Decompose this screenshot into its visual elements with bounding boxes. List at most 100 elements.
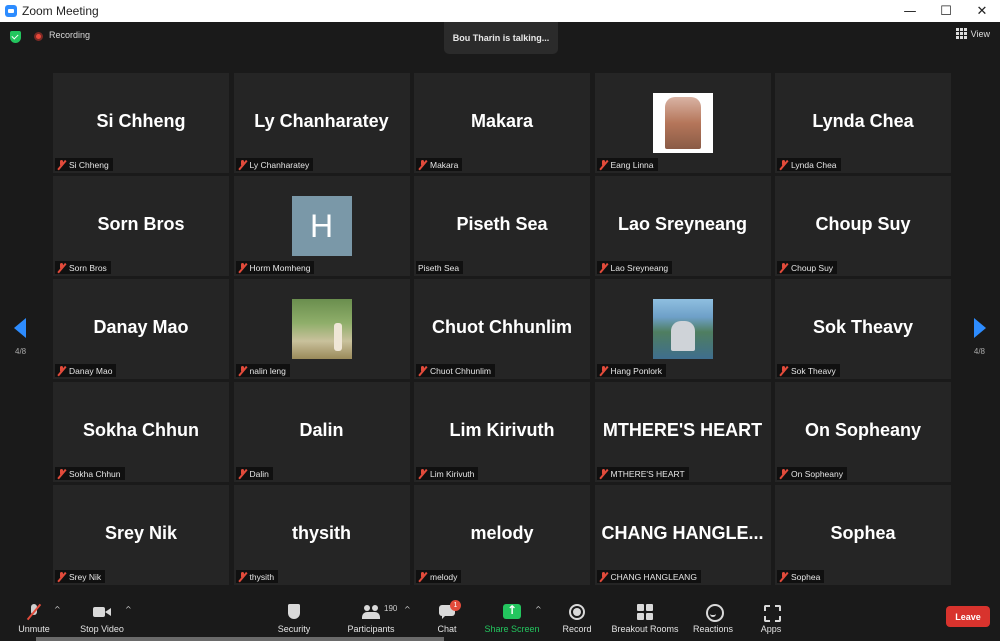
mic-muted-icon	[57, 159, 66, 170]
participant-tile[interactable]: Danay Mao Danay Mao	[53, 279, 229, 379]
profile-photo	[291, 299, 352, 359]
participant-tile[interactable]: H Horm Momheng	[233, 176, 410, 276]
window-title: Zoom Meeting	[22, 4, 99, 18]
mic-muted-icon	[599, 159, 608, 170]
participant-label: Sokha Chhun	[69, 468, 121, 479]
participant-label: CHANG HANGLEANG	[610, 571, 697, 582]
record-button[interactable]: Record	[560, 595, 594, 637]
mic-muted-icon	[779, 571, 788, 582]
participant-tile[interactable]: On Sopheany On Sopheany	[775, 382, 951, 482]
view-button[interactable]: View	[955, 28, 990, 39]
chat-unread-badge: 1	[450, 600, 461, 611]
participant-nameplate: Choup Suy	[777, 261, 838, 274]
participant-tile[interactable]: Piseth Sea Piseth Sea	[414, 176, 590, 276]
zoom-logo-icon	[5, 5, 17, 17]
participant-tile[interactable]: CHANG HANGLE... CHANG HANGLEANG	[594, 485, 771, 585]
participant-nameplate: Sophea	[777, 570, 825, 583]
apps-button[interactable]: Apps	[756, 595, 786, 637]
participant-label: Lao Sreyneang	[610, 262, 669, 273]
encryption-shield-icon[interactable]	[10, 31, 21, 43]
participant-tile[interactable]: Dalin Dalin	[233, 382, 410, 482]
participant-tile[interactable]: nalin leng	[233, 279, 410, 379]
participants-icon: 190	[362, 604, 397, 620]
participant-display-name: Chuot Chhunlim	[432, 317, 572, 337]
participant-tile[interactable]: Lim Kirivuth Lim Kirivuth	[414, 382, 590, 482]
participant-label: Sorn Bros	[69, 262, 107, 273]
stop-video-label: Stop Video	[80, 624, 124, 634]
participant-label: Lim Kirivuth	[430, 468, 475, 479]
participant-tile[interactable]: melody melody	[414, 485, 590, 585]
video-options-caret-icon[interactable]: ^	[125, 605, 132, 614]
audio-options-caret-icon[interactable]: ^	[54, 605, 61, 614]
previous-page-arrow-icon[interactable]	[14, 318, 26, 338]
participant-nameplate: Piseth Sea	[416, 261, 464, 274]
security-button[interactable]: Security	[272, 595, 316, 637]
horizontal-scrollbar[interactable]	[36, 637, 444, 641]
page-indicator-left: 4/8	[15, 347, 27, 356]
participant-nameplate: Ly Chanharatey	[235, 158, 314, 171]
stop-video-button[interactable]: Stop Video	[77, 595, 127, 637]
participant-tile[interactable]: thysith thysith	[233, 485, 410, 585]
participant-nameplate: Makara	[416, 158, 463, 171]
participant-tile[interactable]: Sokha Chhun Sokha Chhun	[53, 382, 229, 482]
participant-nameplate: MTHERE'S HEART	[596, 467, 689, 480]
participants-count: 190	[384, 604, 398, 613]
view-label: View	[970, 28, 990, 39]
participant-tile[interactable]: Ly Chanharatey Ly Chanharatey	[233, 73, 410, 173]
participant-label: On Sopheany	[791, 468, 843, 479]
participant-label: Choup Suy	[791, 262, 834, 273]
window-controls: — ☐ ✕	[892, 0, 1000, 22]
chat-button[interactable]: 1 Chat	[432, 595, 462, 637]
participant-display-name: Choup Suy	[815, 214, 911, 234]
breakout-rooms-button[interactable]: Breakout Rooms	[610, 595, 680, 637]
unmute-button[interactable]: Unmute	[14, 595, 54, 637]
participant-display-name: Sok Theavy	[812, 317, 914, 337]
participant-display-name: Piseth Sea	[456, 214, 548, 234]
mic-muted-icon	[779, 262, 788, 273]
participant-tile[interactable]: Sophea Sophea	[775, 485, 951, 585]
participant-tile[interactable]: Sok Theavy Sok Theavy	[775, 279, 951, 379]
participant-nameplate: Srey Nik	[55, 570, 106, 583]
participant-tile[interactable]: Chuot Chhunlim Chuot Chhunlim	[414, 279, 590, 379]
reactions-button[interactable]: Reactions	[692, 595, 734, 637]
participant-display-name: Lim Kirivuth	[449, 420, 555, 440]
participant-tile[interactable]: Makara Makara	[414, 73, 590, 173]
share-screen-icon	[503, 603, 521, 620]
participant-label: Srey Nik	[69, 571, 102, 582]
participant-tile[interactable]: Si Chheng Si Chheng	[53, 73, 229, 173]
record-icon	[568, 604, 586, 620]
participant-display-name: Srey Nik	[104, 523, 178, 543]
mic-muted-icon	[779, 468, 788, 479]
participant-tile[interactable]: Sorn Bros Sorn Bros	[53, 176, 229, 276]
next-page-arrow-icon[interactable]	[974, 318, 986, 338]
participant-tile[interactable]: MTHERE'S HEART MTHERE'S HEART	[594, 382, 771, 482]
share-options-caret-icon[interactable]: ^	[535, 605, 542, 614]
participant-label: Chuot Chhunlim	[430, 365, 491, 376]
maximize-button[interactable]: ☐	[928, 0, 964, 22]
participant-nameplate: CHANG HANGLEANG	[596, 570, 701, 583]
share-screen-button[interactable]: Share Screen	[484, 595, 540, 637]
participant-display-name: CHANG HANGLE...	[601, 523, 764, 543]
participant-tile[interactable]: Choup Suy Choup Suy	[775, 176, 951, 276]
participant-display-name: thysith	[291, 523, 351, 543]
participant-tile[interactable]: Lynda Chea Lynda Chea	[775, 73, 951, 173]
close-button[interactable]: ✕	[964, 0, 1000, 22]
participant-label: Ly Chanharatey	[249, 159, 310, 170]
participant-nameplate: thysith	[235, 570, 279, 583]
participant-label: MTHERE'S HEART	[610, 468, 685, 479]
participants-options-caret-icon[interactable]: ^	[404, 605, 411, 614]
participant-tile[interactable]: Lao Sreyneang Lao Sreyneang	[594, 176, 771, 276]
participant-nameplate: Dalin	[235, 467, 273, 480]
reactions-label: Reactions	[692, 624, 734, 634]
minimize-button[interactable]: —	[892, 0, 928, 22]
participant-nameplate: nalin leng	[235, 364, 290, 377]
participant-tile[interactable]: Eang Linna	[594, 73, 771, 173]
participants-button[interactable]: 190 Participants	[344, 595, 398, 637]
apps-icon	[762, 604, 781, 622]
participant-nameplate: Hang Ponlork	[596, 364, 667, 377]
participant-tile[interactable]: Hang Ponlork	[594, 279, 771, 379]
mic-muted-icon	[57, 571, 66, 582]
leave-button[interactable]: Leave	[946, 606, 990, 627]
participant-tile[interactable]: Srey Nik Srey Nik	[53, 485, 229, 585]
participant-display-name: Makara	[470, 111, 534, 131]
